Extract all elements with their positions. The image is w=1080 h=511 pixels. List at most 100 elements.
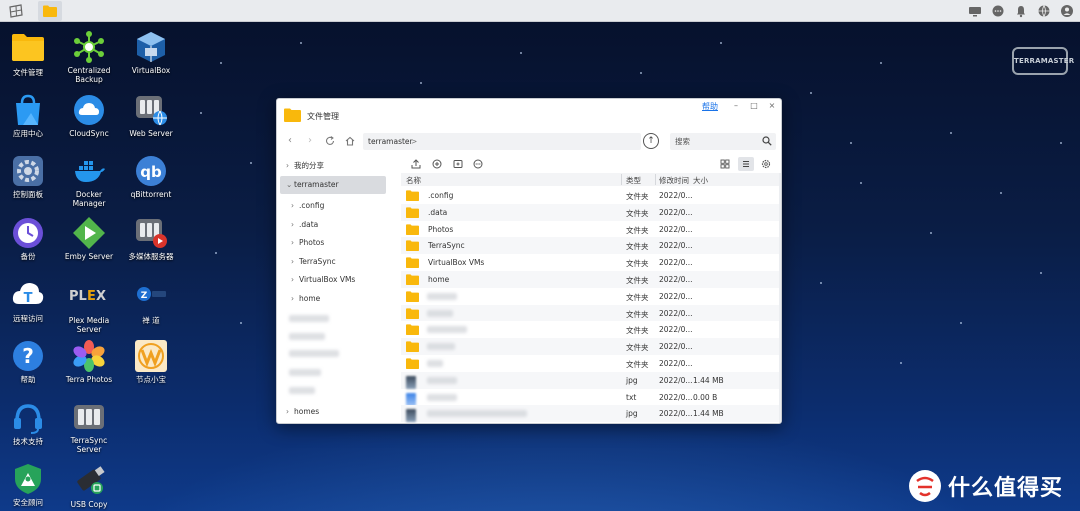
grid-view-icon[interactable] — [718, 157, 732, 171]
usb-copy-icon — [72, 464, 106, 498]
user-icon[interactable] — [1060, 4, 1074, 18]
file-name: home — [428, 275, 450, 284]
desktop-icon-remote-access[interactable]: T 远程访问 — [0, 278, 58, 323]
refresh-icon[interactable] — [323, 134, 337, 148]
desktop-icon-qbittorrent[interactable]: qb qBittorrent — [121, 154, 181, 199]
column-header-type[interactable]: 类型 — [626, 175, 641, 186]
file-size: 0.00 B — [693, 392, 718, 402]
desktop-icon-help[interactable]: ? 帮助 — [0, 339, 58, 384]
desktop-icon-virtualbox[interactable]: VirtualBox — [121, 30, 181, 75]
tree-item-terramaster[interactable]: ⌄ terramaster — [280, 176, 386, 194]
table-row[interactable]: 文件夹 2022/0... — [401, 321, 779, 338]
file-type: 文件夹 — [626, 309, 649, 319]
breadcrumb-separator: > — [411, 137, 418, 146]
table-row[interactable]: jpg 2022/0... 1.44 MB — [401, 405, 779, 423]
desktop-icon-centralized-backup[interactable]: Centralized Backup — [59, 30, 119, 84]
tree-item-virtualbox-vms[interactable]: › VirtualBox VMs — [291, 271, 387, 289]
desktop-icon-tech-support[interactable]: 技术支持 — [0, 401, 58, 446]
file-modified: 2022/0... — [659, 375, 693, 385]
window-titlebar[interactable]: 文件管理 帮助 – □ × — [277, 99, 781, 127]
app-center-icon — [11, 93, 45, 127]
desktop-icon-usb-copy[interactable]: USB Copy — [59, 464, 119, 509]
table-row[interactable]: VirtualBox VMs 文件夹 2022/0... — [401, 254, 779, 271]
chevron-right-icon: › — [286, 161, 289, 170]
desktop-icon-web-server[interactable]: Web Server — [121, 93, 181, 138]
upload-icon[interactable] — [409, 157, 423, 171]
table-row[interactable]: home 文件夹 2022/0... — [401, 271, 779, 288]
column-divider[interactable] — [655, 174, 656, 185]
minimize-button[interactable]: – — [729, 100, 743, 112]
file-name: Photos — [428, 224, 454, 234]
tree-item-terrasync[interactable]: › TerraSync — [291, 253, 387, 271]
search-icon[interactable] — [762, 136, 772, 146]
chat-icon[interactable] — [991, 4, 1005, 18]
tree-item-home[interactable]: › home — [291, 290, 387, 308]
column-header-modified[interactable]: 修改时间 — [659, 175, 689, 186]
column-divider[interactable] — [621, 174, 622, 185]
desktop-icon-terrasync-server[interactable]: TerraSync Server — [59, 400, 119, 454]
table-row[interactable]: txt 2022/0... 0.00 B — [401, 389, 779, 406]
tree-item-my-shares[interactable]: › 我的分享 — [286, 157, 390, 175]
table-row[interactable]: jpg 2022/0... 1.44 MB — [401, 371, 779, 389]
address-bar[interactable]: terramaster > — [363, 133, 641, 150]
taskbar-file-manager-button[interactable] — [38, 1, 62, 21]
file-modified: 2022/0... — [659, 291, 693, 301]
breadcrumb-terramaster[interactable]: terramaster — [368, 137, 413, 146]
home-icon[interactable] — [343, 134, 357, 148]
desktop-icon-security-advisor[interactable]: 安全顾问 — [0, 462, 58, 507]
table-row[interactable]: .config 文件夹 2022/0... — [401, 187, 779, 204]
table-row[interactable]: TerraSync 文件夹 2022/0... — [401, 237, 779, 255]
desktop-icon-emby-server[interactable]: Emby Server — [59, 216, 119, 261]
file-list-scrollbar[interactable] — [779, 173, 781, 423]
back-arrow-icon[interactable]: ‹ — [283, 134, 297, 148]
notification-bell-icon[interactable] — [1014, 4, 1028, 18]
new-item-icon[interactable] — [430, 157, 444, 171]
monitor-icon[interactable] — [968, 4, 982, 18]
folder-icon — [406, 274, 419, 285]
file-modified: 2022/0... — [659, 392, 693, 402]
table-row[interactable]: .data 文件夹 2022/0... — [401, 203, 779, 221]
desktop-icon-docker-manager[interactable]: Docker Manager — [59, 154, 119, 208]
table-row[interactable]: 文件夹 2022/0... — [401, 288, 779, 305]
settings-gear-icon[interactable] — [759, 157, 773, 171]
desktop-icon-terra-photos[interactable]: Terra Photos — [59, 339, 119, 384]
close-button[interactable]: × — [765, 100, 779, 112]
desktop-icon-media-server[interactable]: 多媒体服务器 — [121, 216, 181, 261]
desktop-icon-zentao[interactable]: Z 禅 道 — [121, 280, 181, 325]
table-row[interactable]: 文件夹 2022/0... — [401, 338, 779, 355]
column-header-name[interactable]: 名称 — [406, 175, 421, 186]
maximize-button[interactable]: □ — [747, 100, 761, 112]
column-header-size[interactable]: 大小 — [693, 175, 708, 186]
file-modified: 2022/0... — [659, 342, 693, 352]
desktop-icon-control-panel[interactable]: 控制面板 — [0, 154, 58, 199]
new-folder-icon[interactable] — [451, 157, 465, 171]
forward-arrow-icon[interactable]: › — [303, 134, 317, 148]
desktop-icon-node[interactable]: 节点小宝 — [121, 339, 181, 384]
table-row[interactable]: 文件夹 2022/0... — [401, 304, 779, 322]
tree-item-homes[interactable]: › homes — [286, 403, 386, 421]
help-link[interactable]: 帮助 — [702, 101, 718, 112]
globe-icon[interactable] — [1037, 4, 1051, 18]
redacted-tree-item — [289, 333, 325, 340]
desktop-icon-app-center[interactable]: 应用中心 — [0, 93, 58, 138]
tree-item-data[interactable]: › .data — [291, 216, 387, 234]
desktop-icon-backup[interactable]: 备份 — [0, 216, 58, 261]
table-row[interactable]: Photos 文件夹 2022/0... — [401, 221, 779, 238]
table-row[interactable]: 文件夹 2022/0... — [401, 355, 779, 372]
redacted-file-name — [427, 360, 443, 367]
file-size: 1.44 MB — [693, 409, 724, 419]
search-box[interactable] — [670, 133, 776, 150]
tree-item-config[interactable]: › .config — [291, 197, 387, 215]
search-input[interactable] — [675, 135, 755, 148]
tree-item-photos[interactable]: › Photos — [291, 234, 387, 252]
start-menu-icon[interactable] — [8, 4, 24, 18]
more-options-icon[interactable] — [471, 157, 485, 171]
desktop-icon-cloudsync[interactable]: CloudSync — [59, 93, 119, 138]
folder-icon — [406, 358, 419, 369]
file-modified: 2022/0... — [659, 325, 693, 335]
upload-circle-icon[interactable]: ↑ — [643, 133, 659, 149]
list-view-icon[interactable] — [738, 157, 754, 171]
desktop-icon-file-manager[interactable]: 文件管理 — [0, 32, 58, 77]
desktop-icon-plex-media-server[interactable]: PL E X Plex Media Server — [59, 280, 119, 334]
redacted-tree-item — [289, 387, 315, 394]
